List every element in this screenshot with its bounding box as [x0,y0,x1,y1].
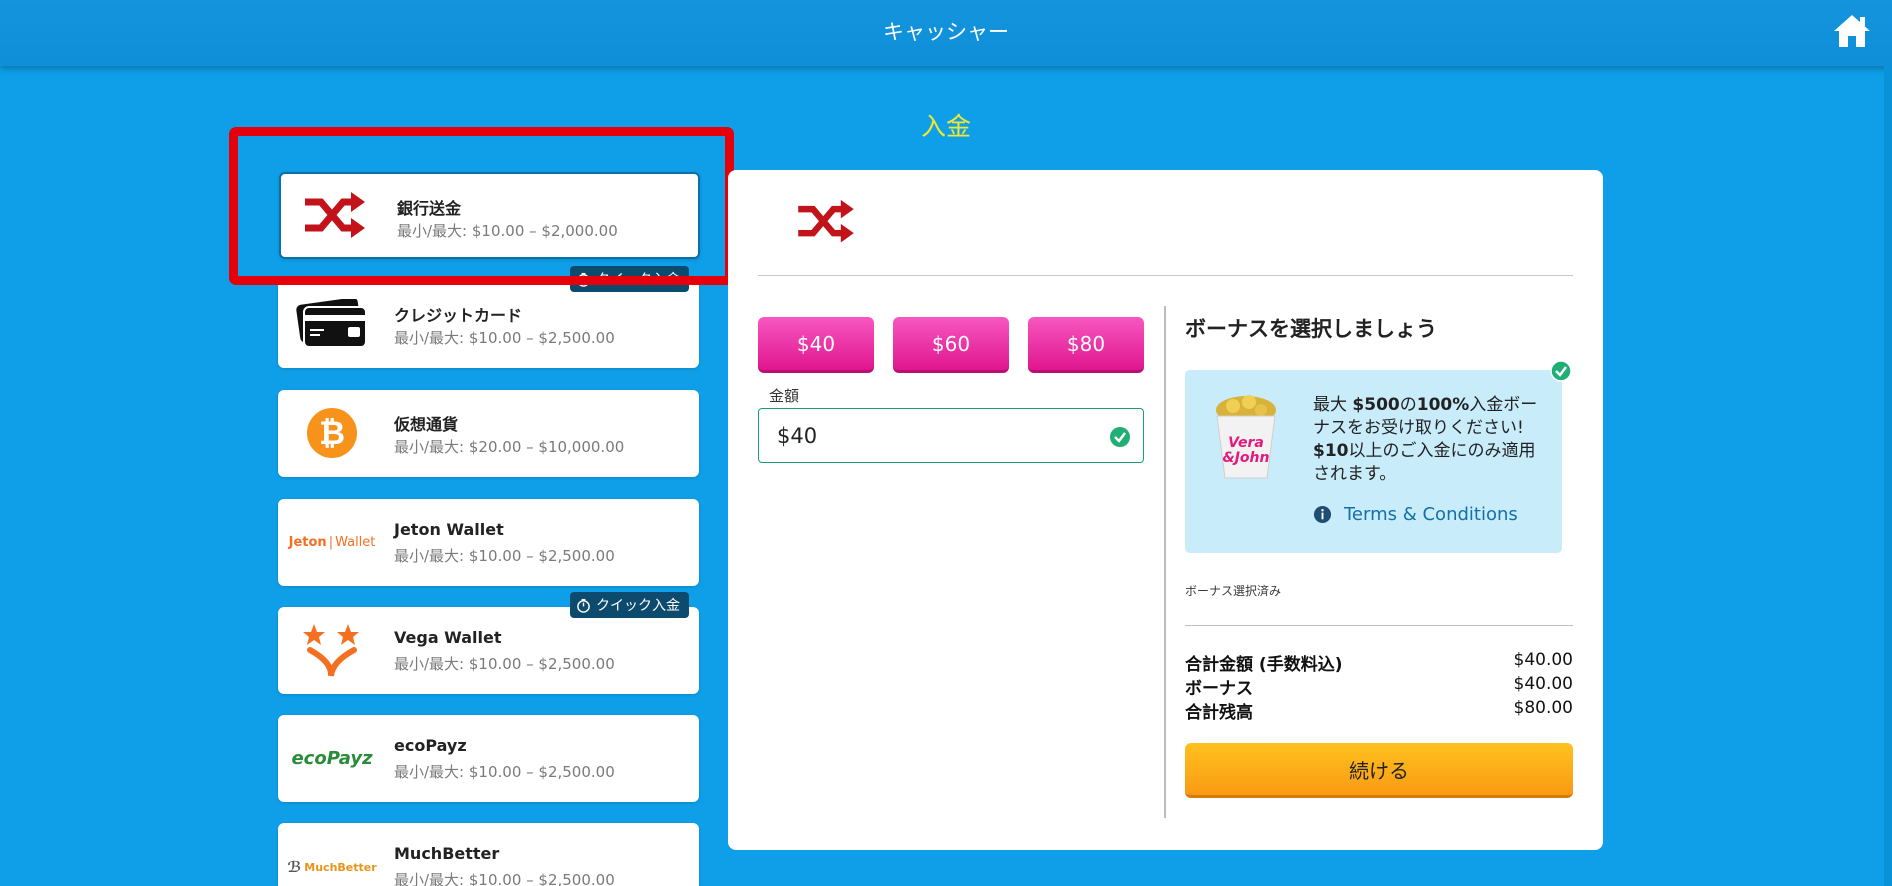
amount-label: 金額 [769,387,800,405]
method-card-muchbetter[interactable]: ℬ MuchBetter MuchBetter 最小/最大: $10.00 – $… [278,823,699,886]
info-icon [1313,505,1332,524]
credit-card-icon [290,295,374,353]
svg-text:₿: ₿ [319,414,345,452]
bonus-description: 最大 $500の100%入金ボーナスをお受け取りください! $10以上のご入金に… [1313,395,1538,484]
amount-field[interactable] [758,408,1144,463]
summary-label: 合計金額 (手数料込) [1185,655,1343,675]
bonus-heading: ボーナスを選択しましょう [1185,317,1437,341]
method-range: 最小/最大: $20.00 – $10,000.00 [394,438,625,456]
shuffle-arrows-icon [293,188,377,246]
method-range: 最小/最大: $10.00 – $2,500.00 [394,655,615,673]
logo-text: MuchBetter [304,860,377,874]
shuffle-arrows-icon [798,199,854,243]
method-name: Vega Wallet [394,628,502,647]
check-circle-icon [1110,427,1130,447]
preset-amount-80-button[interactable]: $80 [1028,317,1144,373]
logo-text: Wallet [335,534,376,550]
deposit-panel: $40 $60 $80 金額 ボーナスを選択しましょう Vera &John 最… [728,170,1603,850]
quick-deposit-badge: クイック入金 [570,266,689,292]
continue-button[interactable]: 続ける [1185,743,1573,798]
summary-row-bonus: ボーナス $40.00 [1185,674,1573,699]
summary-row-balance: 合計残高 $80.00 [1185,698,1573,723]
summary-value: $80.00 [1513,698,1573,718]
method-name: 仮想通貨 [394,415,459,434]
jeton-wallet-logo: Jeton | Wallet [288,534,376,550]
section-title: 入金 [920,112,971,141]
amount-input[interactable] [777,419,1077,453]
preset-amount-60-button[interactable]: $60 [893,317,1009,373]
svg-text:&John: &John [1223,450,1270,466]
home-icon[interactable] [1832,12,1872,50]
svg-text:Vera: Vera [1228,435,1264,451]
stopwatch-icon [577,598,590,613]
method-name: 銀行送金 [397,199,462,218]
terms-link[interactable]: Terms & Conditions [1313,504,1518,525]
logo-text: ecoPayz [291,747,373,769]
method-card-ecopayz[interactable]: ecoPayz ecoPayz 最小/最大: $10.00 – $2,500.0… [278,715,699,802]
check-circle-icon [1550,360,1572,382]
method-name: Jeton Wallet [394,520,504,539]
summary-value: $40.00 [1513,650,1573,670]
top-bar: キャッシャー [0,0,1892,66]
method-range: 最小/最大: $10.00 – $2,500.00 [394,763,615,781]
method-card-crypto[interactable]: ₿ 仮想通貨 最小/最大: $20.00 – $10,000.00 [278,390,699,477]
vertical-divider [1164,306,1166,818]
method-range: 最小/最大: $10.00 – $2,500.00 [394,547,615,565]
coin-bucket-icon: Vera &John [1216,395,1276,479]
terms-text[interactable]: Terms & Conditions [1344,504,1518,525]
method-range: 最小/最大: $10.00 – $2,000.00 [397,222,618,240]
bonus-selected-text: ボーナス選択済み [1185,584,1282,598]
ecopayz-logo: ecoPayz [290,729,374,787]
bitcoin-icon: ₿ [290,404,374,462]
method-name: MuchBetter [394,844,500,863]
muchbetter-logo: ℬ MuchBetter [287,858,377,876]
logo-text: Jeton [288,534,327,550]
quick-deposit-badge: クイック入金 [570,592,689,618]
bonus-card[interactable]: Vera &John 最大 $500の100%入金ボーナスをお受け取りください!… [1185,360,1572,553]
summary-label: ボーナス [1185,679,1253,699]
scrollbar[interactable] [1884,66,1892,886]
method-name: クレジットカード [394,306,523,325]
method-card-vega-wallet[interactable]: クイック入金 Vega Wallet 最小/最大: $10.00 – $2,50… [278,592,699,694]
method-card-credit-card[interactable]: クイック入金 クレジットカード 最小/最大: $10.00 – $2,500.0… [278,266,699,368]
summary-row-total: 合計金額 (手数料込) $40.00 [1185,650,1573,675]
divider [758,275,1573,276]
quick-deposit-label: クイック入金 [596,598,680,614]
preset-amount-40-button[interactable]: $40 [758,317,874,373]
method-name: ecoPayz [394,736,467,755]
stopwatch-icon [577,272,590,287]
page-title: キャッシャー [883,20,1009,44]
summary-value: $40.00 [1513,674,1573,694]
method-range: 最小/最大: $10.00 – $2,500.00 [394,871,615,886]
quick-deposit-label: クイック入金 [596,272,680,288]
method-range: 最小/最大: $10.00 – $2,500.00 [394,329,615,347]
method-card-jeton-wallet[interactable]: Jeton | Wallet Jeton Wallet 最小/最大: $10.00 … [278,499,699,586]
vega-wallet-logo [290,621,374,679]
summary-label: 合計残高 [1185,703,1253,723]
divider [1185,625,1573,626]
method-card-bank-transfer[interactable]: 銀行送金 最小/最大: $10.00 – $2,000.00 [279,172,700,259]
